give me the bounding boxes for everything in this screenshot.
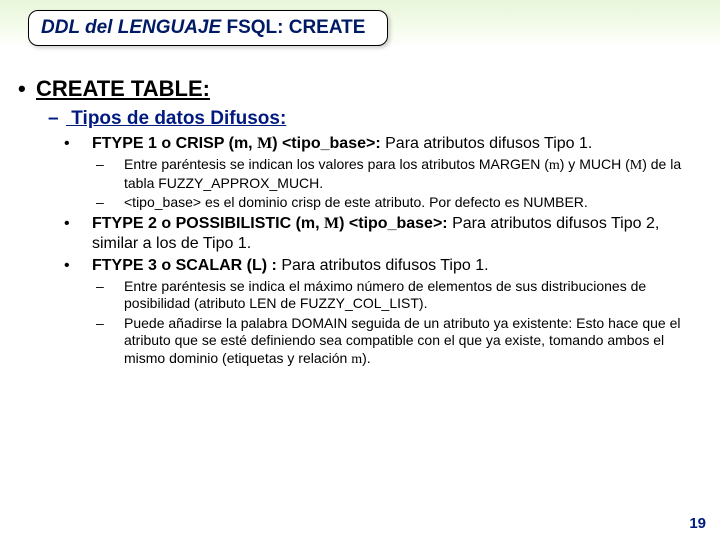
- title-italic: DDL del LENGUAJE: [41, 17, 221, 38]
- item-ftype3: •FTYPE 3 o SCALAR (L) : Para atributos d…: [92, 256, 702, 276]
- item-ftype1: •FTYPE 1 o CRISP (m, M) <tipo_base>: Par…: [92, 134, 702, 154]
- l1-text: CREATE TABLE:: [36, 76, 210, 101]
- slide-content: •CREATE TABLE: – Tipos de datos Difusos:…: [18, 70, 702, 370]
- title-plain: FSQL: CREATE: [221, 17, 365, 38]
- l2-text: Tipos de datos Difusos:: [66, 108, 286, 129]
- heading-create-table: •CREATE TABLE:: [18, 76, 702, 102]
- item-ftype3-sub-a: –Entre paréntesis se indica el máximo nú…: [124, 278, 702, 313]
- item-ftype2: •FTYPE 2 o POSSIBILISTIC (m, M) <tipo_ba…: [92, 214, 702, 254]
- page-number: 19: [689, 515, 706, 532]
- item-ftype3-sub-b: –Puede añadirse la palabra DOMAIN seguid…: [124, 315, 702, 369]
- item-ftype1-sub-a: –Entre paréntesis se indican los valores…: [124, 156, 702, 192]
- item-ftype1-sub-b: –<tipo_base> es el dominio crisp de este…: [124, 194, 702, 212]
- slide-title-box: DDL del LENGUAJE FSQL: CREATE: [28, 10, 388, 46]
- heading-tipos-datos: – Tipos de datos Difusos:: [48, 108, 702, 130]
